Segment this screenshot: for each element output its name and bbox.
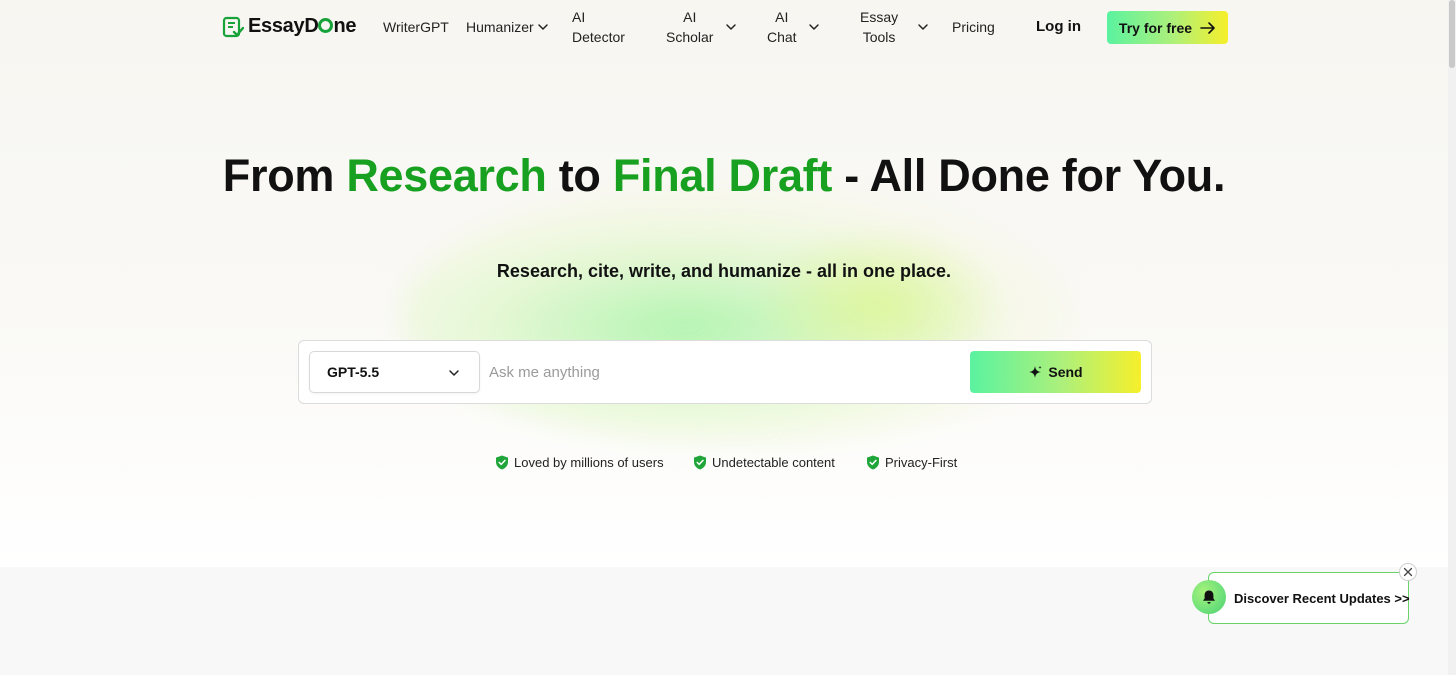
close-icon[interactable] — [1399, 563, 1417, 581]
model-select[interactable]: GPT-5.5 — [309, 351, 480, 393]
hero-section — [0, 0, 1448, 567]
chevron-down-icon[interactable] — [916, 20, 930, 34]
nav-item-ai-scholar[interactable]: AI Scholar — [666, 7, 713, 47]
model-select-value: GPT-5.5 — [327, 364, 380, 380]
bell-icon — [1203, 590, 1215, 604]
try-for-free-label: Try for free — [1118, 19, 1193, 36]
nav-item-ai-chat[interactable]: AI Chat — [767, 7, 797, 47]
brand-name: EssayD ne — [248, 15, 357, 37]
feature-label: Loved by millions of users — [514, 455, 664, 470]
hero-subtitle: Research, cite, write, and humanize - al… — [496, 261, 952, 281]
nav-item-ai-detector[interactable]: AI Detector — [572, 7, 625, 47]
chevron-down-icon[interactable] — [536, 20, 550, 34]
send-label: Send — [1048, 364, 1083, 380]
brand-logo[interactable]: EssayD ne — [222, 15, 357, 38]
feature-item-privacy: Privacy-First — [866, 455, 957, 470]
chevron-down-icon — [449, 370, 459, 376]
bell-icon-badge[interactable] — [1192, 580, 1226, 614]
document-check-icon — [222, 16, 244, 37]
try-for-free-button[interactable]: Try for free — [1107, 11, 1228, 44]
feature-item-loved: Loved by millions of users — [495, 455, 664, 470]
sparkle-icon — [1029, 365, 1042, 378]
arrow-right-icon — [1200, 21, 1215, 34]
updates-popup[interactable]: Discover Recent Updates >> — [1208, 572, 1410, 624]
nav-item-writergpt[interactable]: WriterGPT — [383, 17, 449, 37]
page-scrollbar[interactable] — [1448, 0, 1456, 675]
shield-check-icon — [694, 455, 706, 470]
feature-label: Privacy-First — [885, 455, 958, 470]
brand-o-mark — [318, 18, 334, 33]
shield-check-icon — [496, 455, 508, 470]
nav-item-humanizer[interactable]: Humanizer — [466, 17, 534, 37]
ask-input[interactable] — [489, 353, 959, 391]
top-navbar: EssayD ne WriterGPT Humanizer AI Detector… — [0, 0, 1448, 56]
ask-bar: GPT-5.5 Send — [298, 340, 1152, 404]
chevron-down-icon[interactable] — [724, 20, 738, 34]
feature-label: Undetectable content — [712, 455, 835, 470]
nav-item-pricing[interactable]: Pricing — [952, 17, 995, 37]
chevron-down-icon[interactable] — [807, 20, 821, 34]
feature-item-undetectable: Undetectable content — [693, 455, 835, 470]
updates-label[interactable]: Discover Recent Updates >> — [1234, 591, 1410, 606]
send-button[interactable]: Send — [970, 351, 1141, 393]
close-icon-glyph — [1403, 567, 1413, 577]
page-title: From Research to Final Draft - All Done … — [222, 150, 1226, 201]
nav-item-essay-tools[interactable]: Essay Tools — [860, 7, 898, 47]
login-link[interactable]: Log in — [1036, 18, 1081, 35]
shield-check-icon — [867, 455, 879, 470]
scrollbar-thumb[interactable] — [1449, 0, 1455, 68]
